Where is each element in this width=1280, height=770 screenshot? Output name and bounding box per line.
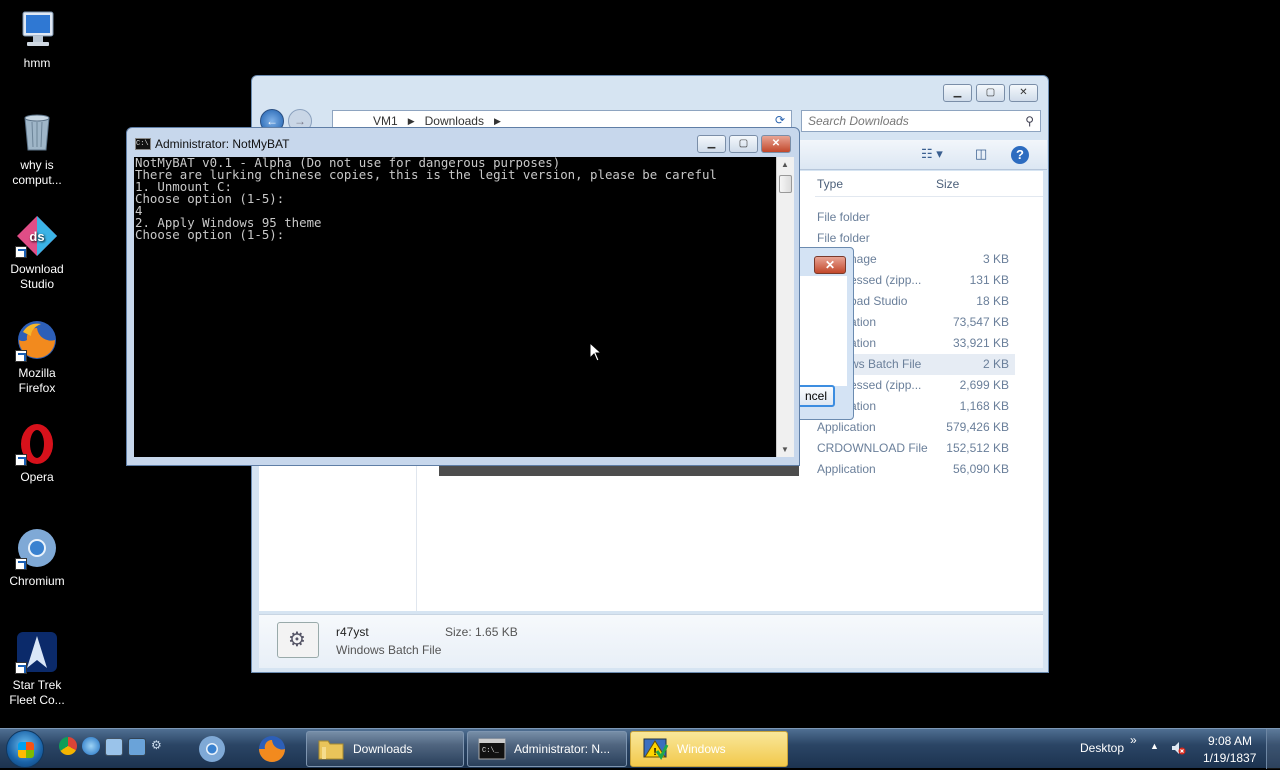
- minimize-button[interactable]: ▁: [697, 135, 726, 153]
- taskbar-button-downloads[interactable]: Downloads: [306, 731, 464, 767]
- scroll-up-icon[interactable]: ▲: [781, 160, 789, 169]
- help-icon[interactable]: ?: [1011, 146, 1029, 164]
- shortcut-arrow-icon: [15, 350, 27, 362]
- desktop-icon-label: Star Trek Fleet Co...: [9, 678, 65, 707]
- desktop-toolbar-label[interactable]: Desktop: [1080, 741, 1124, 755]
- chevron-right-icon: ▶: [493, 115, 501, 126]
- firefox-taskbar-button[interactable]: [246, 731, 298, 767]
- shortcut-arrow-icon: [15, 246, 27, 258]
- breadcrumb-item[interactable]: Downloads: [425, 114, 484, 128]
- chevron-double-right-icon[interactable]: »: [1130, 733, 1137, 747]
- chromium-icon: [15, 526, 59, 570]
- details-file-kind: Windows Batch File: [336, 643, 442, 657]
- switch-windows-icon[interactable]: [128, 738, 146, 756]
- monitor-icon: [15, 8, 59, 52]
- chrome-quicklaunch-icon[interactable]: [59, 737, 77, 755]
- clock-date[interactable]: 1/19/1837: [1203, 751, 1256, 765]
- preview-pane-icon[interactable]: ◫: [975, 146, 987, 164]
- console-title: Administrator: NotMyBAT: [155, 137, 290, 151]
- explorer-caption-buttons: ▁ ▢ ✕: [943, 84, 1038, 102]
- column-header-type[interactable]: Type: [817, 177, 843, 191]
- show-hidden-icons-icon[interactable]: ▲: [1150, 741, 1159, 751]
- taskbar-button-label: Downloads: [353, 742, 413, 756]
- desktop-icon-chromium[interactable]: Chromium: [4, 526, 70, 589]
- taskbar: ⚙ Downloads C:\_ Administrator: N... ! W…: [0, 728, 1280, 769]
- taskbar-button-label: Administrator: N...: [514, 742, 611, 756]
- taskbar-button-label: Windows: [677, 742, 726, 756]
- taskbar-button-console[interactable]: C:\_ Administrator: N...: [467, 731, 627, 767]
- column-headers: Type Size: [815, 171, 1043, 197]
- desktop-icon-download-studio[interactable]: ds Download Studio: [4, 214, 70, 292]
- show-desktop-button[interactable]: [1266, 729, 1280, 769]
- view-options-icon[interactable]: ☷ ▾: [921, 146, 943, 164]
- scrollbar-thumb[interactable]: [779, 175, 792, 193]
- desktop-icon-label: Opera: [20, 470, 54, 484]
- close-button[interactable]: ✕: [1009, 84, 1038, 102]
- opera-icon: [15, 422, 59, 466]
- shortcut-arrow-icon: [15, 454, 27, 466]
- desktop-icon-opera[interactable]: Opera: [4, 422, 70, 485]
- show-desktop-icon[interactable]: [105, 738, 123, 756]
- desktop-icon-hmm[interactable]: hmm: [4, 8, 70, 71]
- shortcut-arrow-icon: [15, 662, 27, 674]
- details-pane: r47yst Windows Batch File Size: 1.65 KB: [259, 614, 1043, 668]
- search-input[interactable]: Search Downloads ⚲: [801, 110, 1041, 132]
- svg-text:!: !: [653, 747, 656, 758]
- search-icon[interactable]: ⚲: [1025, 111, 1034, 131]
- column-header-size[interactable]: Size: [936, 177, 959, 191]
- details-file-size: Size: 1.65 KB: [445, 625, 518, 639]
- settings-icon[interactable]: ⚙: [151, 738, 165, 752]
- file-row[interactable]: CRDOWNLOAD File 152,512 KB: [815, 438, 1015, 459]
- console-line: Choose option (1-5):: [135, 191, 285, 206]
- start-button[interactable]: [6, 730, 44, 768]
- desktop-icon-label: Download Studio: [10, 262, 64, 291]
- console-line: Choose option (1-5):: [135, 227, 285, 242]
- recycle-bin-icon: [15, 110, 59, 154]
- taskbar-button-windows-alert[interactable]: ! Windows: [630, 731, 788, 767]
- console-caption-buttons: ▁ ▢ ✕: [697, 135, 791, 153]
- desktop-icon-label: Mozilla Firefox: [18, 366, 56, 395]
- clock-time[interactable]: 9:08 AM: [1208, 734, 1252, 748]
- search-placeholder: Search Downloads: [808, 114, 909, 128]
- folder-icon: [317, 737, 345, 761]
- batch-file-icon: [277, 622, 319, 658]
- desktop-icon-firefox[interactable]: Mozilla Firefox: [4, 318, 70, 396]
- volume-muted-icon[interactable]: [1170, 740, 1186, 756]
- desktop-icon-label: hmm: [23, 56, 51, 70]
- svg-text:C:\_: C:\_: [482, 747, 500, 755]
- cmd-icon: C:\_: [478, 737, 506, 761]
- file-row[interactable]: Application 56,090 KB: [815, 459, 1015, 480]
- chromium-taskbar-button[interactable]: [186, 731, 238, 767]
- firefox-icon: [15, 318, 59, 362]
- download-studio-icon: ds: [15, 214, 59, 258]
- console-output[interactable]: NotMyBAT v0.1 - Alpha (Do not use for da…: [134, 156, 776, 457]
- file-row[interactable]: Application 579,426 KB: [815, 417, 1015, 438]
- file-row[interactable]: File folder: [815, 207, 1015, 228]
- scroll-down-icon[interactable]: ▼: [781, 445, 789, 454]
- maximize-button[interactable]: ▢: [729, 135, 758, 153]
- svg-text:ds: ds: [29, 229, 44, 244]
- close-button[interactable]: ✕: [761, 135, 791, 153]
- dialog-close-button[interactable]: ✕: [814, 256, 846, 274]
- desktop-icon-star-trek[interactable]: Star Trek Fleet Co...: [4, 630, 70, 708]
- desktop-icon-label: why is comput...: [12, 158, 62, 187]
- desktop: hmm why is comput... ds Download Studio …: [0, 0, 1280, 728]
- desktop-icon-label: Chromium: [9, 574, 65, 588]
- maximize-button[interactable]: ▢: [976, 84, 1005, 102]
- console-window[interactable]: C:\ Administrator: NotMyBAT ▁ ▢ ✕ NotMyB…: [126, 127, 800, 466]
- chevron-right-icon: ▶: [407, 115, 415, 126]
- console-scrollbar[interactable]: ▲ ▼: [776, 157, 794, 457]
- file-row[interactable]: File folder: [815, 228, 1015, 249]
- shortcut-arrow-icon: [15, 558, 27, 570]
- details-file-name: r47yst: [336, 625, 369, 639]
- star-trek-icon: [15, 630, 59, 674]
- warning-icon: !: [641, 737, 669, 761]
- desktop-icon-recycle-bin[interactable]: why is comput...: [4, 110, 70, 188]
- breadcrumb-item[interactable]: VM1: [373, 114, 398, 128]
- cmd-icon: C:\: [135, 138, 151, 150]
- minimize-button[interactable]: ▁: [943, 84, 972, 102]
- internet-explorer-icon[interactable]: [82, 737, 100, 755]
